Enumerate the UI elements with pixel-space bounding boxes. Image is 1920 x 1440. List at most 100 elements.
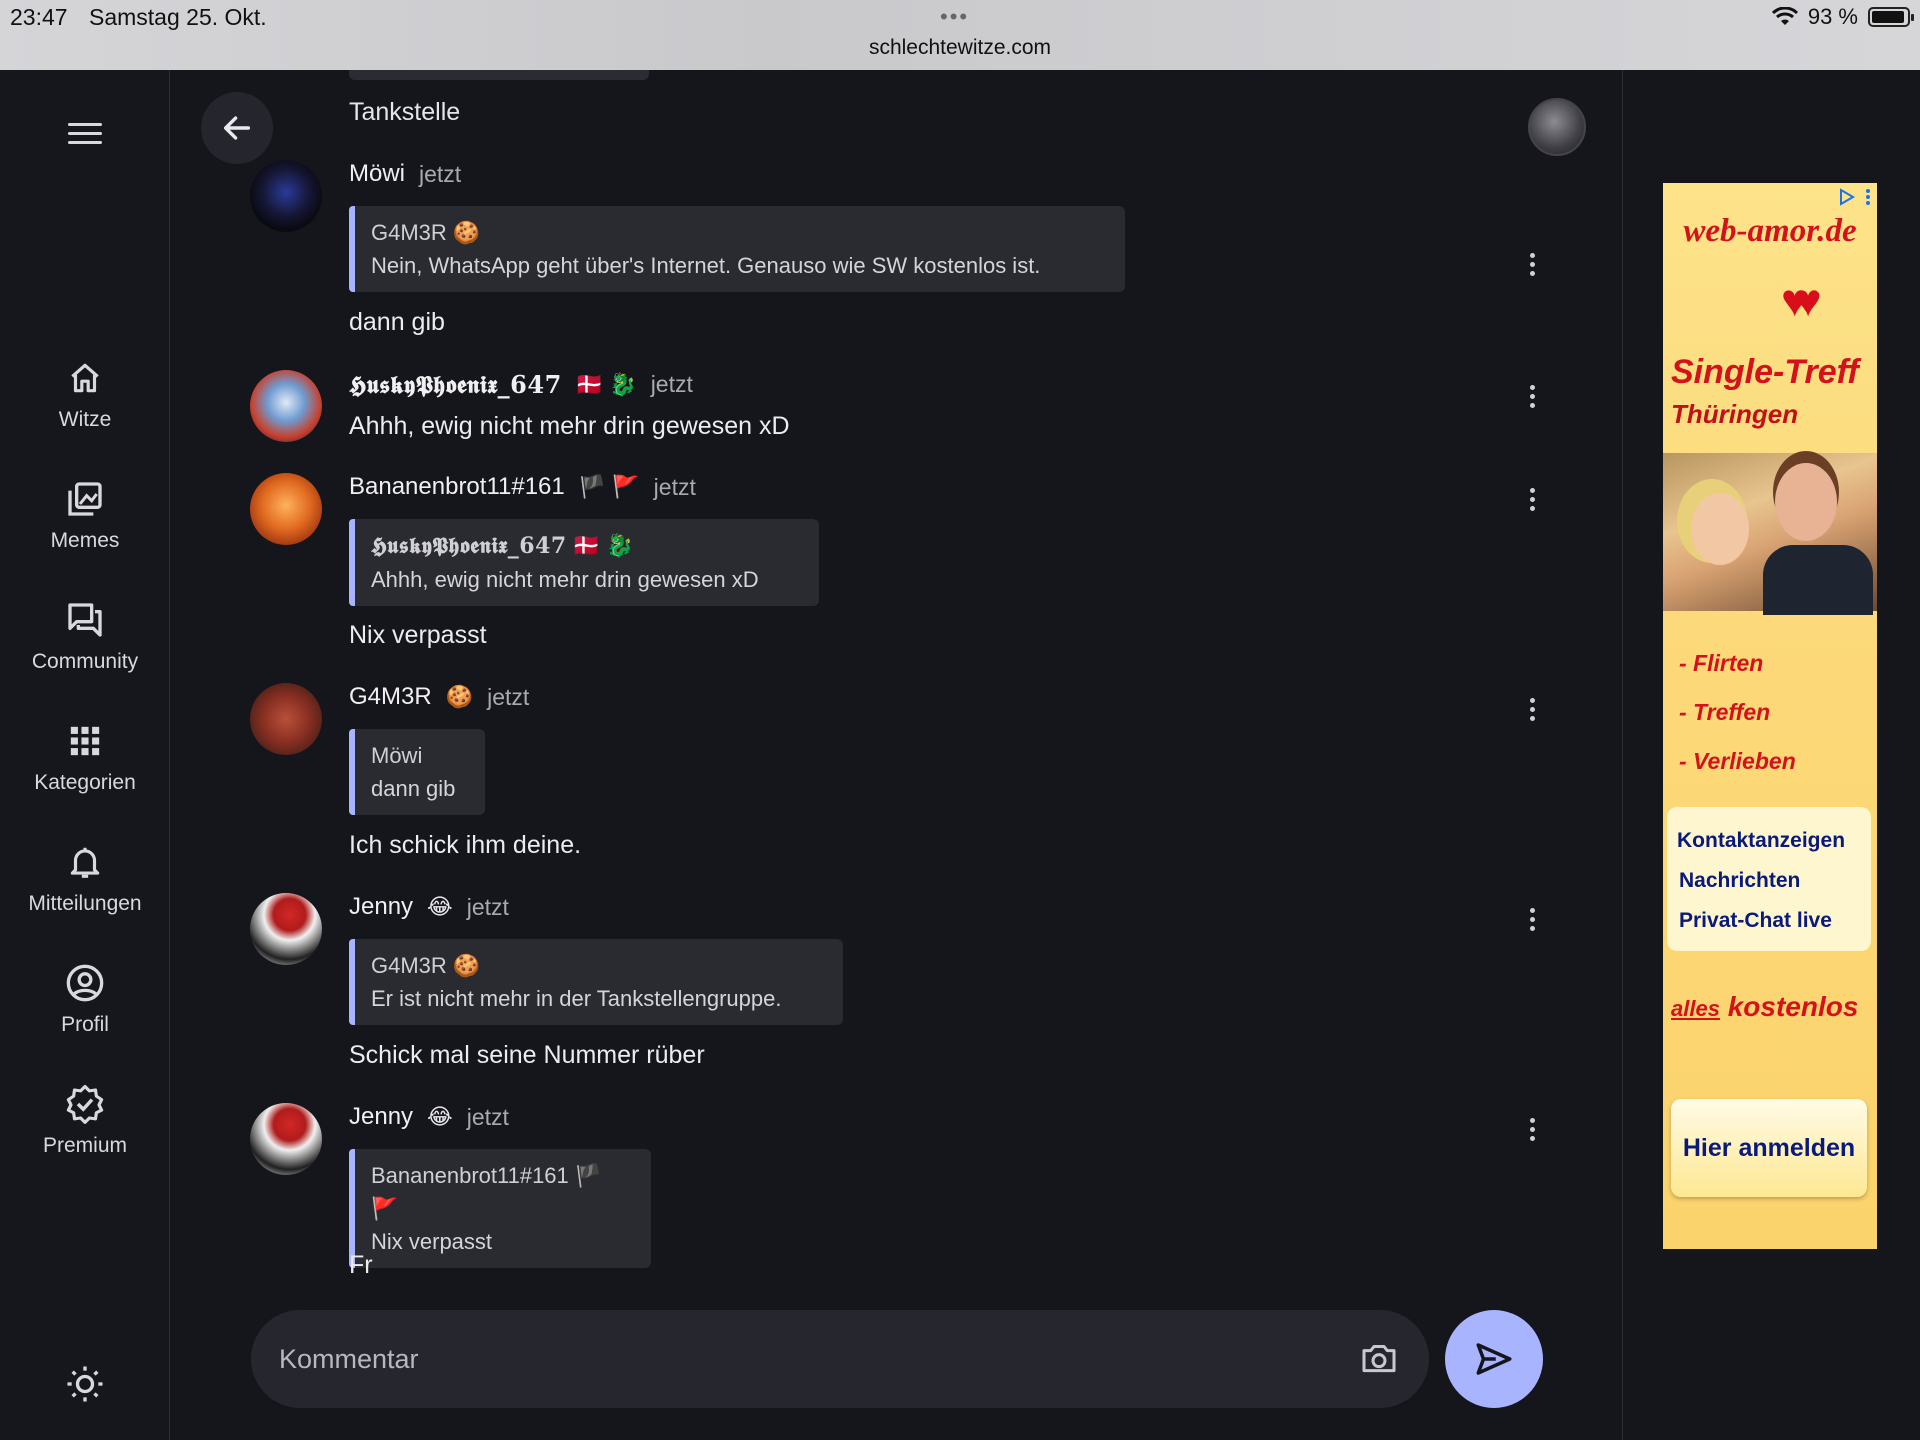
- quote-text: Ahhh, ewig nicht mehr drin gewesen xD: [371, 567, 759, 592]
- author-flair: 😂: [427, 894, 453, 919]
- more-options-icon[interactable]: [1517, 899, 1547, 939]
- address-bar-url[interactable]: schlechtewitze.com: [0, 36, 1920, 60]
- quoted-reply[interactable]: Bananenbrot11#161 🏴 🚩 Nix verpasst: [349, 1149, 651, 1268]
- quote-author: Bananenbrot11#161: [371, 1163, 569, 1188]
- message-header: Bananenbrot11#161 🏴 🚩 jetzt: [349, 473, 696, 501]
- ad-feature-box: Kontaktanzeigen Nachrichten Privat-Chat …: [1667, 807, 1871, 951]
- more-options-icon[interactable]: [1517, 376, 1547, 416]
- author-name[interactable]: Bananenbrot11#161: [349, 473, 565, 501]
- message-time: jetzt: [466, 1103, 509, 1130]
- author-name[interactable]: Jenny: [349, 893, 413, 921]
- sidebar-item-mitteilungen[interactable]: Mitteilungen: [0, 836, 170, 916]
- status-date: Samstag 25. Okt.: [89, 4, 267, 30]
- battery-icon: [1868, 7, 1914, 27]
- sidebar-item-label: Profil: [61, 1013, 109, 1036]
- more-options-icon[interactable]: [1517, 689, 1547, 729]
- ad-menu-icon[interactable]: [1865, 187, 1871, 207]
- avatar[interactable]: [250, 893, 322, 965]
- ad-feature: Nachrichten: [1679, 869, 1801, 892]
- verified-badge-icon: [0, 1078, 170, 1130]
- ad-couple-photo: [1663, 453, 1877, 615]
- sidebar-item-label: Memes: [50, 529, 120, 552]
- home-icon: [0, 352, 170, 404]
- quote-text: Nix verpasst: [371, 1229, 493, 1254]
- sidebar-item-label: Witze: [58, 408, 112, 431]
- back-arrow-button[interactable]: [201, 92, 273, 164]
- sidebar-item-profil[interactable]: Profil: [0, 957, 170, 1037]
- more-options-icon[interactable]: [1517, 244, 1547, 284]
- author-name[interactable]: 𝕳𝖚𝖘𝖐𝖞𝕻𝖍𝖔𝖊𝖓𝖎𝖝_647: [349, 370, 562, 399]
- navigation-sidebar: Witze Memes Community Kategorien Mitteil…: [0, 70, 170, 1440]
- avatar[interactable]: [250, 160, 322, 232]
- ad-free-prefix: alles: [1671, 996, 1720, 1021]
- more-options-icon[interactable]: [1517, 1109, 1547, 1149]
- quote-author-emoji: 🇩🇰 🐉: [572, 533, 634, 558]
- author-name[interactable]: Jenny: [349, 1103, 413, 1131]
- quote-text: Nein, WhatsApp geht über's Internet. Gen…: [371, 253, 1041, 278]
- sidebar-item-kategorien[interactable]: Kategorien: [0, 715, 170, 795]
- quote-author: G4M3R: [371, 220, 447, 245]
- previous-message-text: Tankstelle: [349, 98, 461, 126]
- ad-bullet: - Verlieben: [1679, 748, 1796, 774]
- multitasking-dots-icon[interactable]: •••: [940, 4, 969, 30]
- sidebar-item-premium[interactable]: Premium: [0, 1078, 170, 1158]
- ad-subtitle: Thüringen: [1671, 399, 1799, 429]
- message-text: Fr: [349, 1251, 373, 1279]
- message-time: jetzt: [419, 160, 462, 187]
- quoted-reply[interactable]: G4M3R 🍪 Nein, WhatsApp geht über's Inter…: [349, 206, 1125, 292]
- author-name[interactable]: Möwi: [349, 160, 405, 188]
- ad-choices[interactable]: [1837, 187, 1871, 207]
- bell-icon: [0, 836, 170, 888]
- grid-icon: [0, 715, 170, 767]
- quoted-reply[interactable]: 𝕳𝖚𝖘𝖐𝖞𝕻𝖍𝖔𝖊𝖓𝖎𝖝_647 🇩🇰 🐉 Ahhh, ewig nicht m…: [349, 519, 819, 606]
- sidebar-item-label: Premium: [42, 1134, 127, 1157]
- sidebar-item-label: Kategorien: [34, 771, 136, 794]
- quote-author: Möwi: [371, 743, 423, 768]
- sidebar-item-label: Community: [31, 650, 139, 673]
- quote-text: dann gib: [371, 776, 456, 801]
- message-header: 𝕳𝖚𝖘𝖐𝖞𝕻𝖍𝖔𝖊𝖓𝖎𝖝_647 🇩🇰 🐉 jetzt: [349, 370, 693, 399]
- battery-percent: 93 %: [1807, 4, 1858, 29]
- message-text: Ich schick ihm deine.: [349, 831, 582, 859]
- message-time: jetzt: [466, 893, 509, 920]
- quoted-reply[interactable]: Möwi dann gib: [349, 729, 485, 815]
- advertisement-banner[interactable]: web-amor.de ♥♥ Single-Treff Thüringen - …: [1663, 183, 1877, 1249]
- sidebar-item-community[interactable]: Community: [0, 594, 170, 674]
- hamburger-menu-icon[interactable]: [58, 110, 112, 156]
- avatar[interactable]: [250, 683, 322, 755]
- camera-icon[interactable]: [1359, 1339, 1399, 1379]
- ad-title: Single-Treff: [1671, 353, 1859, 391]
- sidebar-item-label: Mitteilungen: [28, 892, 142, 915]
- avatar[interactable]: [250, 1103, 322, 1175]
- sidebar-item-memes[interactable]: Memes: [0, 473, 170, 553]
- theme-toggle-sun-icon[interactable]: [61, 1360, 109, 1408]
- previous-message-quote-edge: [349, 70, 649, 80]
- author-name[interactable]: G4M3R: [349, 683, 432, 711]
- avatar[interactable]: [250, 370, 322, 442]
- ad-feature: Privat-Chat live: [1679, 909, 1832, 932]
- ad-choices-icon[interactable]: [1837, 187, 1857, 207]
- send-button[interactable]: [1445, 1310, 1543, 1408]
- quoted-reply[interactable]: G4M3R 🍪 Er ist nicht mehr in der Tankste…: [349, 939, 843, 1025]
- ad-bullet: - Treffen: [1679, 699, 1771, 725]
- browser-status-bar: 23:47 Samstag 25. Okt. ••• schlechtewitz…: [0, 0, 1920, 70]
- ad-bullet-list: - Flirten - Treffen - Verlieben: [1679, 639, 1796, 786]
- current-user-avatar[interactable]: [1528, 98, 1586, 156]
- ad-bullet: - Flirten: [1679, 650, 1764, 676]
- ad-free-word: kostenlos: [1727, 991, 1859, 1022]
- avatar[interactable]: [250, 473, 322, 545]
- message-text: Schick mal seine Nummer rüber: [349, 1041, 705, 1069]
- author-flair: 🇩🇰 🐉: [575, 371, 637, 397]
- account-circle-icon: [0, 957, 170, 1009]
- message-time: jetzt: [653, 473, 696, 500]
- comment-composer: [251, 1310, 1429, 1408]
- comment-input[interactable]: [279, 1310, 1319, 1408]
- forum-icon: [0, 594, 170, 646]
- sidebar-item-witze[interactable]: Witze: [0, 352, 170, 432]
- images-icon: [0, 473, 170, 525]
- quote-author: 𝕳𝖚𝖘𝖐𝖞𝕻𝖍𝖔𝖊𝖓𝖎𝖝_647: [371, 533, 567, 559]
- ad-cta-button[interactable]: Hier anmelden: [1671, 1099, 1867, 1197]
- arrow-left-icon: [223, 116, 251, 140]
- status-time: 23:47: [10, 4, 68, 30]
- more-options-icon[interactable]: [1517, 479, 1547, 519]
